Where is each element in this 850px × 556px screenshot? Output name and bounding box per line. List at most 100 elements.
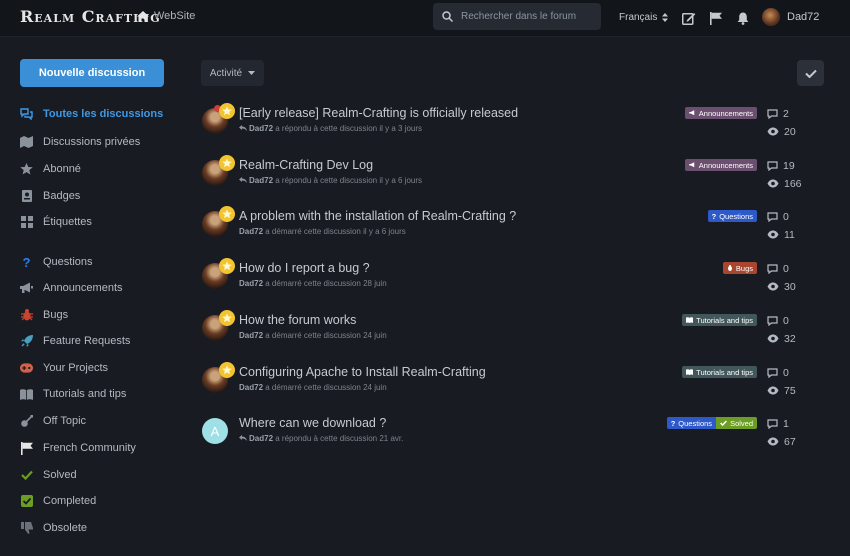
sort-arrows-icon <box>662 13 669 22</box>
sidebar-item-private-discussions[interactable]: Discussions privées <box>20 132 140 152</box>
tag-badge[interactable]: Announcements <box>684 159 757 171</box>
avatar[interactable]: A <box>202 418 228 444</box>
author-name[interactable]: Dad72 <box>249 124 273 133</box>
reply-count: 19 <box>767 158 802 173</box>
eye-icon <box>767 282 779 291</box>
search-icon <box>442 11 453 22</box>
sort-dropdown[interactable]: Activité <box>201 60 264 86</box>
discussion-row[interactable]: A problem with the installation of Realm… <box>200 206 830 247</box>
author-name[interactable]: Dad72 <box>239 331 263 340</box>
author-name[interactable]: Dad72 <box>249 434 273 443</box>
discussion-title[interactable]: [Early release] Realm-Crafting is offici… <box>239 106 518 120</box>
sidebar-item-bugs[interactable]: Bugs <box>20 305 68 325</box>
sidebar-item-badges[interactable]: Badges <box>20 186 80 206</box>
search-box[interactable] <box>433 3 601 30</box>
caret-down-icon <box>248 71 256 75</box>
user-menu[interactable]: Dad72 <box>762 8 819 26</box>
sidebar-item-obsolete[interactable]: Obsolete <box>20 518 87 538</box>
reply-icon <box>239 177 247 183</box>
flag-icon[interactable] <box>708 10 724 26</box>
author-name[interactable]: Dad72 <box>239 227 263 236</box>
bell-icon[interactable] <box>735 10 751 26</box>
discussion-row[interactable]: Configuring Apache to Install Realm-Craf… <box>200 362 830 403</box>
discussion-stats: 1 67 <box>767 416 796 452</box>
mark-all-read-button[interactable] <box>797 60 824 86</box>
eye-icon <box>767 230 779 239</box>
sidebar-item-tutorials[interactable]: Tutorials and tips <box>20 384 126 404</box>
bug-icon <box>20 309 33 322</box>
sidebar-item-your-projects[interactable]: Your Projects <box>20 358 108 378</box>
eye-icon <box>767 127 779 136</box>
discussion-row[interactable]: Realm-Crafting Dev Log Dad72 a répondu à … <box>200 155 830 196</box>
view-count: 11 <box>767 227 795 242</box>
comments-icon <box>20 108 33 121</box>
discussion-title[interactable]: Where can we download ? <box>239 416 386 430</box>
sidebar-item-french-community[interactable]: French Community <box>20 438 136 458</box>
eye-icon <box>767 437 779 446</box>
discussion-stats: 0 75 <box>767 365 796 401</box>
reply-count: 0 <box>767 365 796 380</box>
discussion-title[interactable]: How the forum works <box>239 313 356 327</box>
eye-icon <box>767 334 779 343</box>
author-name[interactable]: Dad72 <box>249 176 273 185</box>
search-input[interactable] <box>461 11 591 22</box>
compose-icon[interactable] <box>681 10 697 26</box>
reply-count: 0 <box>767 261 796 276</box>
sidebar-item-completed[interactable]: Completed <box>20 491 96 511</box>
reply-count: 1 <box>767 416 796 431</box>
star-badge-icon <box>219 155 235 171</box>
sidebar-item-announcements[interactable]: Announcements <box>20 278 123 298</box>
discussion-meta: Dad72 a démarré cette discussion 24 juin <box>239 331 387 340</box>
comment-icon <box>767 160 778 171</box>
comment-icon <box>767 108 778 119</box>
new-discussion-button[interactable]: Nouvelle discussion <box>20 59 164 87</box>
sidebar-item-all-discussions[interactable]: Toutes les discussions <box>20 104 163 124</box>
comment-icon <box>767 263 778 274</box>
view-count: 67 <box>767 434 796 449</box>
tag-badge[interactable]: Tutorials and tips <box>682 314 757 326</box>
flag-icon <box>20 441 33 455</box>
sidebar-item-questions[interactable]: ? Questions <box>20 252 93 272</box>
discussion-row[interactable]: A Where can we download ? Dad72 a répondu … <box>200 414 830 454</box>
discussion-title[interactable]: A problem with the installation of Realm… <box>239 209 516 223</box>
sidebar-item-off-topic[interactable]: Off Topic <box>20 411 86 431</box>
author-name[interactable]: Dad72 <box>239 383 263 392</box>
comment-icon <box>767 367 778 378</box>
top-bar: Realm Crafting WebSite Français Dad72 <box>0 0 850 37</box>
tag-badge[interactable]: Solved <box>716 417 757 429</box>
view-count: 20 <box>767 124 796 139</box>
discussion-row[interactable]: How do I report a bug ? Dad72 a démarré c… <box>200 258 830 299</box>
website-label: WebSite <box>154 10 196 22</box>
tag-badge[interactable]: ? Questions <box>666 417 717 429</box>
discussion-title[interactable]: Configuring Apache to Install Realm-Craf… <box>239 365 486 379</box>
website-link[interactable]: WebSite <box>137 10 195 22</box>
grid-icon <box>20 216 33 229</box>
tag-badge[interactable]: Bugs <box>722 262 757 274</box>
tag-list: ? Questions <box>707 210 757 222</box>
home-icon <box>137 10 149 22</box>
sidebar-item-following[interactable]: Abonné <box>20 159 81 179</box>
sort-label: Activité <box>209 67 243 79</box>
check-icon <box>804 69 817 78</box>
reply-icon <box>239 435 247 441</box>
tag-list: Bugs <box>722 262 757 274</box>
discussion-row[interactable]: How the forum works Dad72 a démarré cette… <box>200 310 830 351</box>
view-count: 166 <box>767 176 802 191</box>
discussion-stats: 19 166 <box>767 158 802 194</box>
discussion-row[interactable]: [Early release] Realm-Crafting is offici… <box>200 103 830 144</box>
author-name[interactable]: Dad72 <box>239 279 263 288</box>
discussion-stats: 2 20 <box>767 106 796 142</box>
sidebar-item-solved[interactable]: Solved <box>20 465 77 485</box>
tag-badge[interactable]: Tutorials and tips <box>682 366 757 378</box>
star-badge-icon <box>219 206 235 222</box>
sidebar-item-tags[interactable]: Étiquettes <box>20 212 92 232</box>
discussion-title[interactable]: Realm-Crafting Dev Log <box>239 158 373 172</box>
megaphone-icon <box>20 282 33 295</box>
language-select[interactable]: Français <box>619 12 669 23</box>
sidebar-item-feature-requests[interactable]: Feature Requests <box>20 331 130 351</box>
map-icon <box>20 136 33 149</box>
discussion-title[interactable]: How do I report a bug ? <box>239 261 370 275</box>
tag-badge[interactable]: Announcements <box>684 107 757 119</box>
tag-list: ? Questions Solved <box>666 417 757 429</box>
tag-badge[interactable]: ? Questions <box>707 210 757 222</box>
